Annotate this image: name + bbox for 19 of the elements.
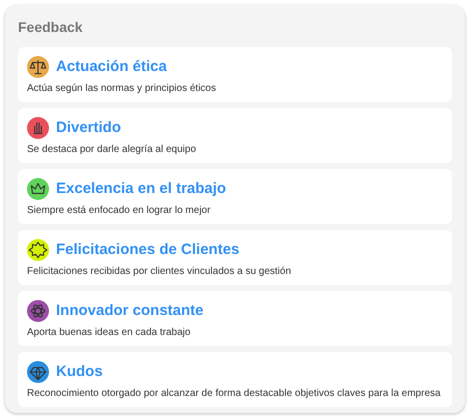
card-title: Excelencia en el trabajo xyxy=(56,179,226,199)
card-title: Divertido xyxy=(56,118,122,138)
panel-title: Feedback xyxy=(18,18,84,37)
feedback-card[interactable]: Actuación ética Actúa según las normas y principios éticos xyxy=(18,47,452,102)
card-title: Actuación ética xyxy=(56,57,167,77)
card-description: Actúa según las normas y principios éticos xyxy=(27,82,217,96)
card-description: Reconocimiento otorgado por alcanzar de forma destacable objetivos claves para la empresa xyxy=(27,386,442,400)
card-description: Aporta buenas ideas en cada trabajo xyxy=(27,326,192,340)
feedback-card[interactable]: Excelencia en el trabajo Siempre está enfocado en lograr lo mejor xyxy=(18,169,452,224)
card-title: Felicitaciones de Clientes xyxy=(56,240,240,260)
feedback-card[interactable]: Innovador constante Aporta buenas ideas en cada trabajo xyxy=(18,291,452,346)
card-description: Siempre está enfocado en lograr lo mejor xyxy=(27,204,212,218)
card-title: Kudos xyxy=(56,362,103,382)
feedback-card[interactable]: Felicitaciones de Clientes Felicitaciones recibidas por clientes vinculados a su gestión xyxy=(18,230,452,285)
card-title: Innovador constante xyxy=(56,301,204,321)
card-description: Se destaca por darle alegría al equipo xyxy=(27,142,198,156)
feedback-card[interactable]: Divertido Se destaca por darle alegría al equipo xyxy=(18,108,452,163)
card-description: Felicitaciones recibidas por clientes vinculados a su gestión xyxy=(27,264,292,278)
feedback-card[interactable]: Kudos Reconocimiento otorgado por alcanzar de forma destacable objetivos claves para la empresa xyxy=(18,352,452,407)
